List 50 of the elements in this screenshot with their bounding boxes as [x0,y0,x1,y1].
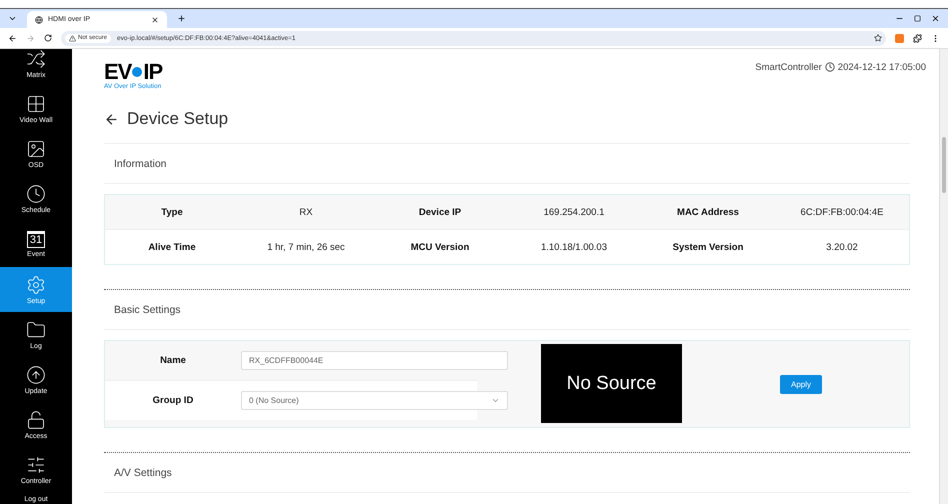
controller-name: SmartController [755,62,822,72]
sliders-icon [26,455,46,476]
section-title: Basic Settings [114,304,181,316]
apply-button[interactable]: Apply [780,374,822,394]
extension-icon[interactable] [895,34,904,42]
globe-icon [35,16,43,24]
calendar-icon: 31 [27,230,45,248]
group-select[interactable]: 0 (No Source) [241,391,508,410]
logo: EV IP [104,61,162,83]
field-value: 169.254.200.1 [542,206,606,218]
clock-icon [26,184,46,204]
section-title: Information [114,158,167,170]
field-value: 6C:DF:FB:00:04:4E [800,206,884,218]
upload-icon [26,364,46,385]
back-icon[interactable] [8,34,17,42]
field-value: 1.10.18/1.00.03 [540,242,608,252]
field-label: MCU Version [410,242,470,252]
field-value: 3.20.02 [825,242,859,252]
section-title: A/V Settings [114,466,172,478]
name-field[interactable]: RX_6CDFFB00044E [241,351,508,370]
image-icon [26,138,46,159]
close-icon[interactable] [151,16,159,24]
field-label: MAC Address [676,206,740,218]
clock-icon [824,62,835,72]
close-icon[interactable] [931,14,940,23]
grid-icon [26,94,46,114]
date-time: 2024-12-12 17:05:00 [838,62,926,72]
field-value: 1 hr, 7 min, 26 sec [266,242,346,252]
field-label: Name [159,355,187,366]
settings-icon [26,274,46,295]
tab-list-icon[interactable] [8,14,17,23]
field-label: Type [160,206,184,218]
folder-icon [26,320,46,340]
field-label: System Version [672,242,744,252]
puzzle-icon[interactable] [913,34,922,42]
reload-icon[interactable] [44,34,52,42]
field-label: Alive Time [147,242,197,252]
back-icon[interactable] [104,112,119,126]
new-tab-icon[interactable] [177,14,186,23]
scrollbar-thumb[interactable] [942,137,946,193]
chevron-icon [491,396,500,405]
video-preview: No Source [541,344,682,423]
warning-icon [69,34,76,42]
maximize-icon[interactable] [914,15,921,22]
unlock-icon [26,410,46,430]
star-icon[interactable] [874,34,882,42]
field-label: Group ID [152,395,194,406]
field-value: RX [298,206,314,218]
page-title: Device Setup [127,109,228,129]
field-label: Device IP [418,206,462,218]
